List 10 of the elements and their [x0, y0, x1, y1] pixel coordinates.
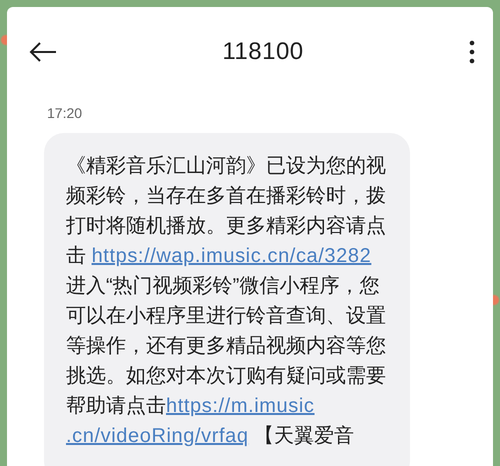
message-time: 17:20	[47, 105, 84, 121]
message-link[interactable]: .cn/videoRing/vrfaq	[66, 425, 249, 447]
back-button[interactable]	[29, 42, 57, 62]
message-link[interactable]: https://m.imusic	[166, 395, 315, 417]
contact-title: 118100	[221, 38, 305, 66]
more-icon	[469, 40, 475, 64]
message-link[interactable]: https://wap.imusic.cn/ca/3282	[92, 245, 372, 267]
more-button[interactable]	[469, 40, 475, 64]
message-text: 《精彩音乐汇山河韵》已设为您的视频彩铃，当存在多首在播彩铃时，拨打时将随机播放。更多精彩内容请点击 https://wap.imusic.cn/ca/3282 进入“热门视频彩铃”微信小程序，您可以在小程序里进行铃音查询、设置等操作，还有更多精品视频内容等您挑选。如您对本次订购有疑问或需要帮助请点击https://m.imusic .cn/videoRing/vrfaq 【天翼爱音	[66, 154, 387, 449]
back-arrow-icon	[29, 42, 57, 62]
